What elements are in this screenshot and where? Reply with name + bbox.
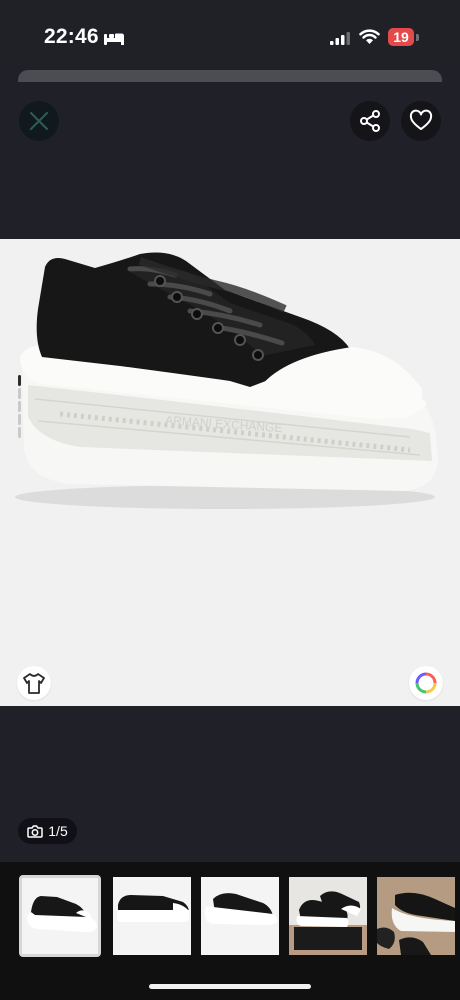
sneaker-image: ARMANI EXCHANGE xyxy=(15,252,438,509)
image-page-indicator xyxy=(18,375,22,440)
status-bar: 22:46 19 xyxy=(0,0,460,74)
page-indicator-dot xyxy=(18,388,21,399)
sneaker-back-angle-thumbnail xyxy=(205,893,277,925)
thumbnail-2[interactable] xyxy=(113,877,191,955)
thumbnail-strip xyxy=(0,862,460,1000)
thumbnail-1[interactable] xyxy=(19,875,101,957)
thumbnail-3[interactable] xyxy=(201,877,279,955)
shirt-button[interactable] xyxy=(17,666,51,700)
share-button[interactable] xyxy=(350,101,390,141)
share-icon xyxy=(360,110,380,132)
page-indicator-dot-active xyxy=(18,375,21,386)
cellular-signal-icon xyxy=(330,32,350,45)
color-wheel-icon xyxy=(415,672,437,694)
favorite-button[interactable] xyxy=(401,101,441,141)
thumbnail-4[interactable] xyxy=(289,877,367,955)
product-image[interactable]: ARMANI EXCHANGE xyxy=(0,239,460,706)
close-icon xyxy=(30,112,48,130)
thumbnail-5[interactable] xyxy=(377,877,455,955)
bed-icon xyxy=(104,33,124,45)
page-indicator-dot xyxy=(18,427,21,438)
shirt-icon xyxy=(23,673,45,694)
status-time: 22:46 xyxy=(44,25,99,48)
page-indicator-dot xyxy=(18,414,21,425)
page-indicator-dot xyxy=(18,401,21,412)
gallery-counter-text: 1/5 xyxy=(48,823,68,839)
sneaker-pair-on-box-thumbnail xyxy=(289,877,367,955)
sneakers-being-held-thumbnail xyxy=(377,877,455,955)
sneaker-front-angle-thumbnail xyxy=(27,896,97,933)
color-button[interactable] xyxy=(409,666,443,700)
gallery-counter: 1/5 xyxy=(18,818,77,844)
battery-icon: 19 xyxy=(388,28,414,46)
home-indicator[interactable] xyxy=(149,984,311,989)
sneaker-side-thumbnail xyxy=(117,895,189,922)
close-button[interactable] xyxy=(19,101,59,141)
heart-icon xyxy=(409,109,433,130)
camera-icon xyxy=(27,825,44,838)
battery-cap xyxy=(416,34,419,41)
wifi-icon xyxy=(359,29,380,44)
